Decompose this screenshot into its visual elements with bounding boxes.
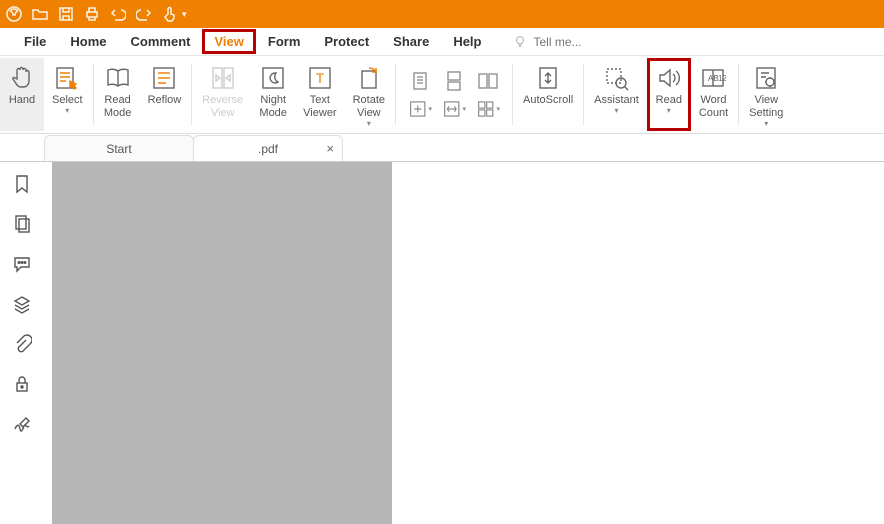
hand-icon (8, 64, 36, 92)
word-count-label: WordCount (699, 94, 728, 120)
reverse-label: ReverseView (202, 94, 243, 120)
menu-share[interactable]: Share (381, 29, 441, 54)
rotate-label: RotateView (353, 94, 385, 120)
bookmarks-panel-button[interactable] (12, 174, 32, 194)
document-tab-strip: Start .pdf × (0, 134, 884, 162)
tab-close-icon[interactable]: × (326, 141, 334, 156)
ribbon-view: Hand Select ReadMode Reflow ReverseView … (0, 56, 884, 134)
svg-text:T: T (316, 70, 325, 86)
touch-dropdown-icon[interactable]: ▾ (182, 9, 187, 20)
layers-panel-button[interactable] (12, 294, 32, 314)
read-dropdown-icon[interactable] (667, 107, 671, 115)
redo-icon[interactable] (136, 6, 152, 22)
night-icon (259, 64, 287, 92)
reflow-button[interactable]: Reflow (140, 58, 190, 131)
word-count-button[interactable]: AB12 WordCount (691, 58, 736, 131)
reverse-view-button: ReverseView (194, 58, 251, 131)
select-dropdown-icon[interactable] (65, 107, 69, 115)
night-mode-button[interactable]: NightMode (251, 58, 295, 131)
assistant-icon (602, 64, 630, 92)
zoom-button[interactable]: ▾ (476, 97, 500, 121)
tab-document[interactable]: .pdf × (193, 135, 343, 161)
undo-icon[interactable] (110, 6, 126, 22)
text-viewer-label: TextViewer (303, 94, 336, 120)
view-setting-button[interactable]: ViewSetting (741, 58, 791, 131)
comments-panel-button[interactable] (12, 254, 32, 274)
save-icon[interactable] (58, 6, 74, 22)
menu-form[interactable]: Form (256, 29, 313, 54)
hand-tool-button[interactable]: Hand (0, 58, 44, 131)
pages-panel-button[interactable] (12, 214, 32, 234)
reflow-icon (150, 64, 178, 92)
read-mode-button[interactable]: ReadMode (96, 58, 140, 131)
title-bar: ▾ (0, 0, 884, 28)
book-icon (104, 64, 132, 92)
speaker-icon (655, 64, 683, 92)
main-area (0, 162, 884, 524)
tab-start-label: Start (106, 142, 131, 156)
signatures-panel-button[interactable] (12, 414, 32, 434)
rotate-icon (355, 64, 383, 92)
autoscroll-label: AutoScroll (523, 94, 573, 107)
reverse-icon (209, 64, 237, 92)
text-viewer-button[interactable]: T TextViewer (295, 58, 344, 131)
touch-icon[interactable] (162, 6, 178, 22)
single-page-button[interactable] (408, 69, 432, 93)
lightbulb-icon (513, 35, 527, 49)
menu-bar: File Home Comment View Form Protect Shar… (0, 28, 884, 56)
autoscroll-icon (534, 64, 562, 92)
tab-start[interactable]: Start (44, 135, 194, 161)
fit-page-button[interactable]: ▾ (408, 97, 432, 121)
hand-label: Hand (9, 94, 35, 107)
continuous-button[interactable] (442, 69, 466, 93)
assistant-button[interactable]: Assistant (586, 58, 647, 131)
app-logo-icon (6, 6, 22, 22)
rotate-view-button[interactable]: RotateView (345, 58, 393, 131)
print-icon[interactable] (84, 6, 100, 22)
word-count-icon: AB12 (699, 64, 727, 92)
assistant-dropdown-icon[interactable] (614, 107, 618, 115)
security-panel-button[interactable] (12, 374, 32, 394)
menu-file[interactable]: File (12, 29, 58, 54)
empty-area (392, 162, 884, 524)
tab-document-label: .pdf (258, 142, 278, 156)
menu-view[interactable]: View (202, 29, 255, 54)
attachments-panel-button[interactable] (12, 334, 32, 354)
svg-text:12: 12 (718, 74, 726, 83)
navigation-sidebar (0, 162, 44, 524)
document-canvas[interactable] (52, 162, 392, 524)
select-icon (53, 64, 81, 92)
tell-me-search[interactable] (513, 35, 603, 49)
open-icon[interactable] (32, 6, 48, 22)
read-mode-label: ReadMode (104, 94, 132, 120)
autoscroll-button[interactable]: AutoScroll (515, 58, 581, 131)
facing-button[interactable] (476, 69, 500, 93)
fit-width-button[interactable]: ▾ (442, 97, 466, 121)
menu-comment[interactable]: Comment (119, 29, 203, 54)
read-aloud-button[interactable]: Read (647, 58, 691, 131)
menu-protect[interactable]: Protect (312, 29, 381, 54)
rotate-dropdown-icon[interactable] (367, 120, 371, 128)
text-viewer-icon: T (306, 64, 334, 92)
view-setting-dropdown-icon[interactable] (764, 120, 768, 128)
view-setting-icon (752, 64, 780, 92)
select-tool-button[interactable]: Select (44, 58, 91, 131)
night-label: NightMode (259, 94, 287, 120)
reflow-label: Reflow (148, 94, 182, 107)
menu-home[interactable]: Home (58, 29, 118, 54)
view-setting-label: ViewSetting (749, 94, 783, 120)
tell-me-input[interactable] (533, 35, 603, 49)
menu-help[interactable]: Help (441, 29, 493, 54)
